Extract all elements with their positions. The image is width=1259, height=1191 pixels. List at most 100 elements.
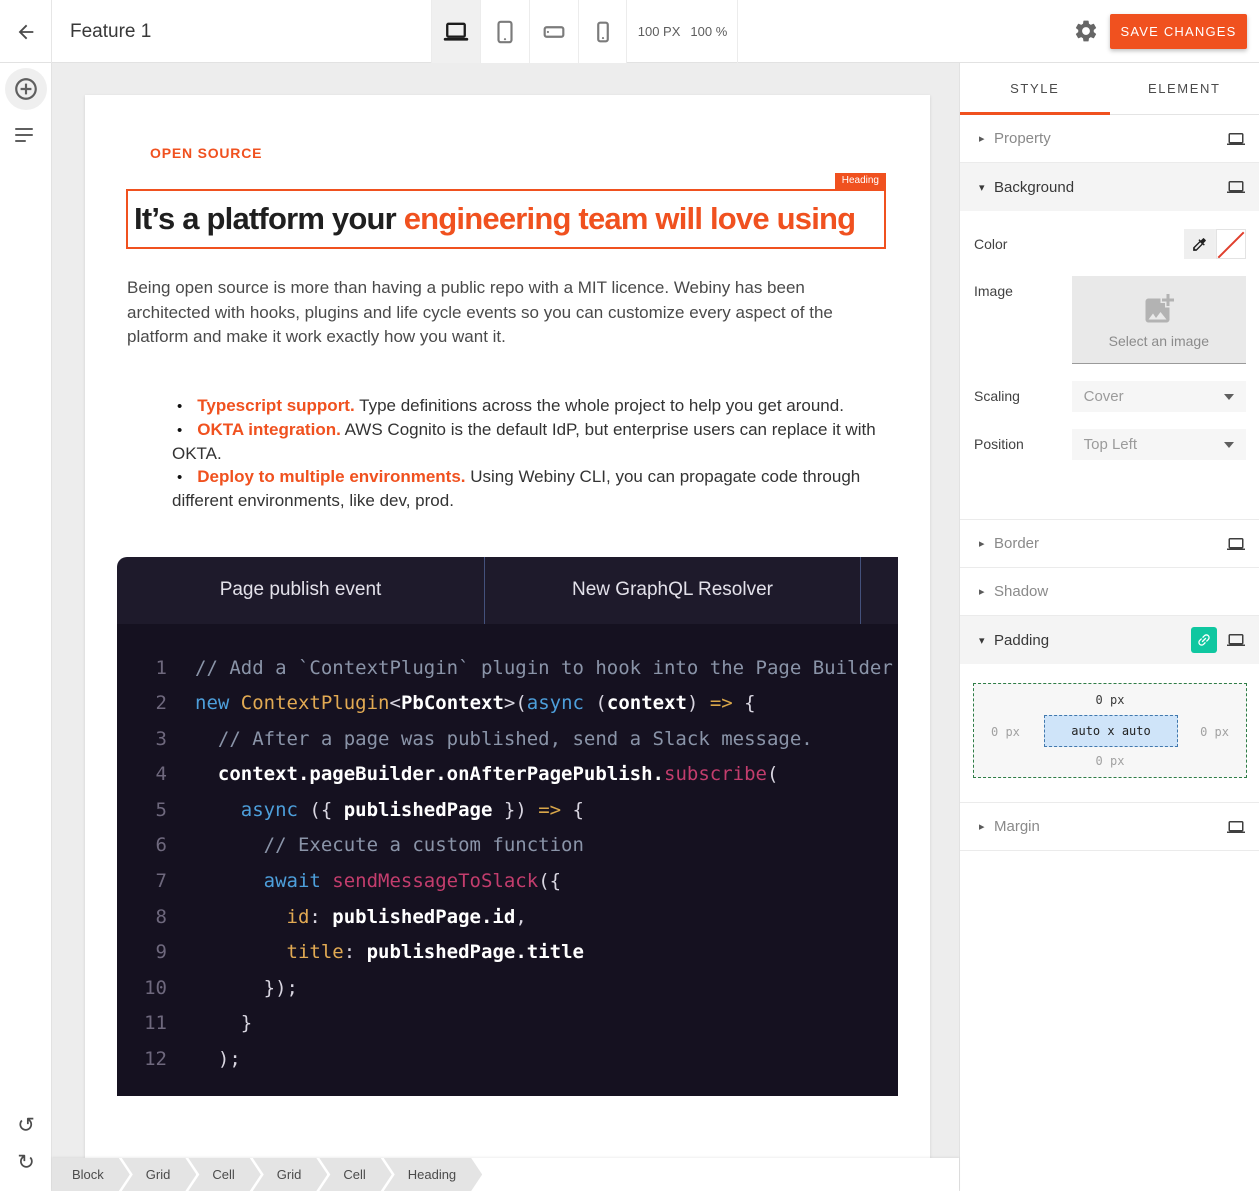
code-line: 9 title: publishedPage.title xyxy=(117,935,898,971)
heading-dark-text: It’s a platform your xyxy=(134,201,404,236)
chevron-right-icon: ▸ xyxy=(979,537,993,550)
line-number: 7 xyxy=(117,864,167,900)
section-shadow[interactable]: ▸ Shadow xyxy=(960,568,1259,616)
padding-editor: 0 px 0 px auto x auto 0 px 0 px xyxy=(960,664,1259,802)
code-tab-partial xyxy=(861,557,898,624)
undo-button[interactable]: ↺ xyxy=(17,1115,35,1136)
code-text: context.pageBuilder.onAfterPagePublish.s… xyxy=(195,757,778,793)
feature-list-item: •Deploy to multiple environments. Using … xyxy=(172,465,887,512)
redo-button[interactable]: ↻ xyxy=(17,1152,35,1173)
breadcrumb-item-heading[interactable]: Heading xyxy=(384,1158,482,1191)
device-mobile-landscape-button[interactable] xyxy=(529,0,578,63)
tablet-icon xyxy=(492,19,518,45)
bullet-icon: • xyxy=(177,398,182,415)
padding-left-value[interactable]: 0 px xyxy=(991,725,1020,739)
mobile-landscape-icon xyxy=(541,19,567,45)
mobile-portrait-icon xyxy=(590,19,616,45)
line-number: 8 xyxy=(117,900,167,936)
padding-right-value[interactable]: 0 px xyxy=(1200,725,1229,739)
page-builder-app: Feature 1 xyxy=(0,0,1259,1191)
add-element-button[interactable] xyxy=(5,68,47,110)
image-label: Image xyxy=(974,276,1072,299)
navigator-button[interactable] xyxy=(15,127,37,147)
page-document: OPEN SOURCE Heading It’s a platform your… xyxy=(85,95,930,1158)
link-values-button[interactable] xyxy=(1191,627,1217,653)
page-title: Feature 1 xyxy=(70,0,151,63)
line-number: 5 xyxy=(117,793,167,829)
chevron-right-icon: ▸ xyxy=(979,132,993,145)
device-desktop-button[interactable] xyxy=(431,0,480,63)
intro-paragraph[interactable]: Being open source is more than having a … xyxy=(127,276,887,350)
scaling-label: Scaling xyxy=(974,381,1072,404)
section-margin[interactable]: ▸ Margin xyxy=(960,803,1259,851)
code-line: 1// Add a `ContextPlugin` plugin to hook… xyxy=(117,651,898,687)
padding-bottom-value[interactable]: 0 px xyxy=(974,754,1246,768)
line-number: 12 xyxy=(117,1042,167,1078)
chevron-right-icon: ▸ xyxy=(979,585,993,598)
breadcrumb-item-grid[interactable]: Grid xyxy=(122,1158,197,1191)
section-padding[interactable]: ▾ Padding xyxy=(960,616,1259,664)
desktop-indicator-icon xyxy=(1227,631,1245,649)
line-number: 3 xyxy=(117,722,167,758)
line-number: 1 xyxy=(117,651,167,687)
code-line: 6 // Execute a custom function xyxy=(117,828,898,864)
save-changes-button[interactable]: SAVE CHANGES xyxy=(1110,14,1247,49)
plus-circle-icon xyxy=(13,76,39,102)
page-heading[interactable]: It’s a platform your engineering team wi… xyxy=(128,191,884,247)
line-number: 4 xyxy=(117,757,167,793)
device-tablet-button[interactable] xyxy=(480,0,529,63)
line-number: 11 xyxy=(117,1006,167,1042)
code-tab: Page publish event xyxy=(117,557,485,624)
code-line: 2new ContextPlugin<PbContext>(async (con… xyxy=(117,686,898,722)
section-property[interactable]: ▸ Property xyxy=(960,115,1259,163)
color-picker-button[interactable] xyxy=(1184,229,1214,259)
feature-text: Type definitions across the whole projec… xyxy=(355,396,844,415)
chevron-right-icon: ▸ xyxy=(979,820,993,833)
device-mobile-portrait-button[interactable] xyxy=(578,0,627,63)
kicker-label[interactable]: OPEN SOURCE xyxy=(150,145,930,161)
style-panel: STYLE ELEMENT ▸ Property ▾ Background Co… xyxy=(959,63,1259,1191)
selected-heading-element[interactable]: Heading It’s a platform your engineering… xyxy=(126,189,886,249)
topbar: Feature 1 xyxy=(0,0,1259,63)
settings-button[interactable] xyxy=(1072,18,1100,46)
caret-down-icon xyxy=(1224,442,1234,448)
breadcrumb-item-grid[interactable]: Grid xyxy=(253,1158,328,1191)
editor-canvas[interactable]: OPEN SOURCE Heading It’s a platform your… xyxy=(52,63,959,1191)
code-text: // Execute a custom function xyxy=(195,828,584,864)
code-line: 4 context.pageBuilder.onAfterPagePublish… xyxy=(117,757,898,793)
section-border[interactable]: ▸ Border xyxy=(960,520,1259,568)
breadcrumb-item-cell[interactable]: Cell xyxy=(319,1158,391,1191)
code-text: id: publishedPage.id, xyxy=(195,900,527,936)
scaling-select[interactable]: Cover xyxy=(1072,381,1246,412)
select-image-button[interactable]: Select an image xyxy=(1072,276,1246,364)
element-type-badge: Heading xyxy=(835,173,886,190)
arrow-left-icon xyxy=(15,21,37,43)
no-color-button[interactable] xyxy=(1216,229,1246,259)
padding-top-value[interactable]: 0 px xyxy=(974,693,1246,707)
tab-style[interactable]: STYLE xyxy=(960,63,1110,114)
device-preview-group xyxy=(431,0,627,63)
position-select[interactable]: Top Left xyxy=(1072,429,1246,460)
breadcrumb-item-cell[interactable]: Cell xyxy=(188,1158,260,1191)
code-text: }); xyxy=(195,971,298,1007)
color-label: Color xyxy=(974,229,1072,252)
menu-lines-icon xyxy=(15,128,33,130)
desktop-indicator-icon xyxy=(1227,818,1245,836)
breadcrumb-item-block[interactable]: Block xyxy=(52,1158,130,1191)
tab-element[interactable]: ELEMENT xyxy=(1110,63,1259,114)
section-background[interactable]: ▾ Background xyxy=(960,163,1259,211)
desktop-indicator-icon xyxy=(1227,130,1245,148)
feature-list[interactable]: •Typescript support. Type definitions ac… xyxy=(172,394,887,512)
code-tab: New GraphQL Resolver xyxy=(485,557,861,624)
element-size-value[interactable]: auto x auto xyxy=(1044,715,1178,747)
feature-list-item: •OKTA integration. AWS Cognito is the de… xyxy=(172,418,887,465)
back-button[interactable] xyxy=(0,0,52,63)
position-label: Position xyxy=(974,429,1072,452)
code-line: 3 // After a page was published, send a … xyxy=(117,722,898,758)
add-image-icon xyxy=(1141,291,1177,327)
left-toolbar: ↺ ↻ xyxy=(0,63,52,1191)
eyedropper-icon xyxy=(1191,236,1208,253)
code-snippet-block[interactable]: Page publish eventNew GraphQL Resolver 1… xyxy=(117,557,898,1096)
code-line: 7 await sendMessageToSlack({ xyxy=(117,864,898,900)
code-text: async ({ publishedPage }) => { xyxy=(195,793,584,829)
